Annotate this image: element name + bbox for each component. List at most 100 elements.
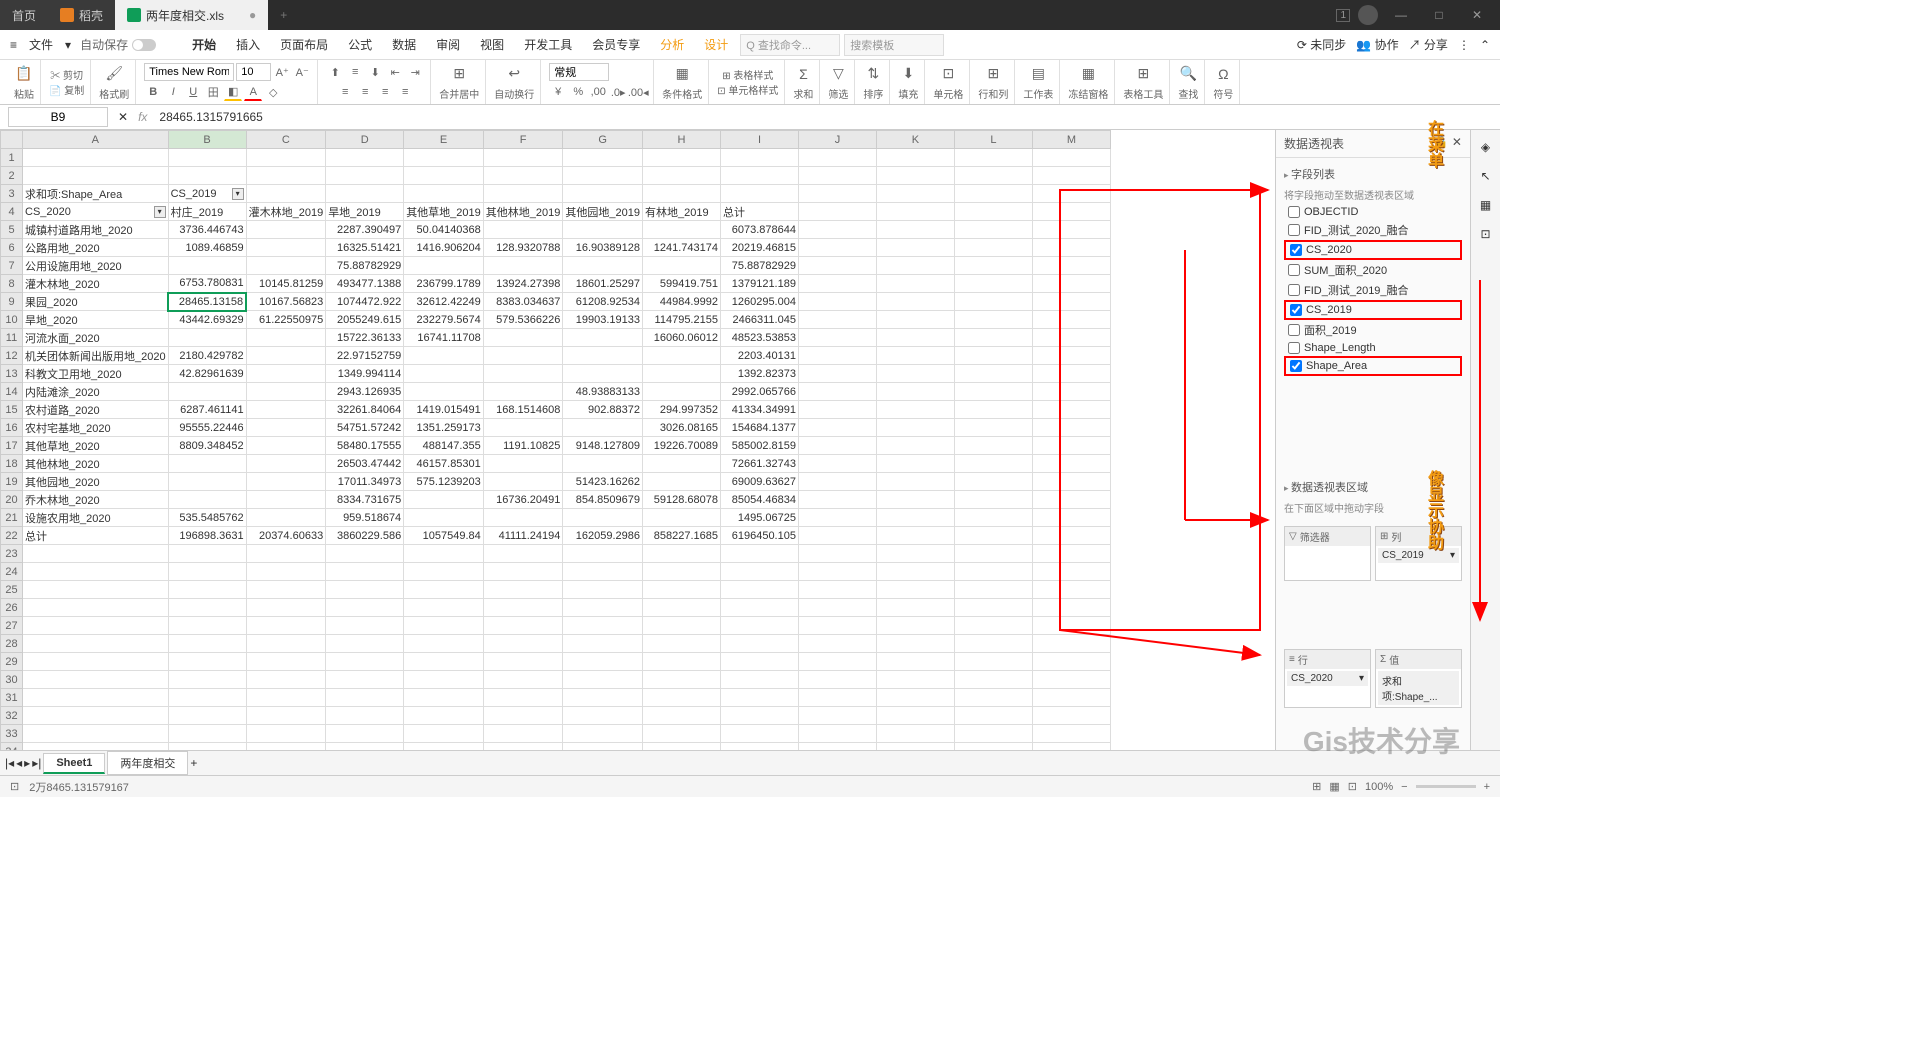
- table-style-button[interactable]: ⊞ 表格样式: [722, 67, 773, 82]
- cell-style-button[interactable]: ⊡ 单元格样式: [717, 82, 778, 97]
- menu-formula[interactable]: 公式: [340, 33, 380, 56]
- menu-start[interactable]: 开始: [184, 33, 224, 56]
- merge-icon[interactable]: ⊞: [449, 64, 469, 84]
- menu-dev[interactable]: 开发工具: [516, 33, 580, 56]
- align-just-icon[interactable]: ≡: [396, 83, 414, 101]
- sidebar-cursor-icon[interactable]: ↖: [1480, 169, 1490, 183]
- font-select[interactable]: [144, 63, 234, 81]
- menu-more-icon[interactable]: ⋮: [1458, 38, 1470, 52]
- menu-member[interactable]: 会员专享: [584, 33, 648, 56]
- share-label[interactable]: ↗ 分享: [1409, 36, 1448, 53]
- number-format-select[interactable]: [549, 63, 609, 81]
- field-FID_测试_2020_融合[interactable]: FID_测试_2020_融合: [1284, 220, 1462, 240]
- copy-button[interactable]: 📄 复制: [49, 82, 84, 97]
- zoom-out-icon[interactable]: −: [1401, 781, 1407, 793]
- dec-inc-icon[interactable]: .0▸: [609, 83, 627, 101]
- symbol-icon[interactable]: Ω: [1213, 64, 1233, 84]
- percent-icon[interactable]: %: [569, 83, 587, 101]
- align-center-icon[interactable]: ≡: [356, 83, 374, 101]
- sidebar-icon-1[interactable]: ◈: [1481, 140, 1490, 154]
- fill-icon[interactable]: ⬇: [898, 64, 918, 84]
- font-increase-icon[interactable]: A⁺: [273, 63, 291, 81]
- menu-caret-icon[interactable]: ⌃: [1480, 38, 1490, 52]
- filter-icon[interactable]: ▽: [828, 64, 848, 84]
- sheet-area[interactable]: ABCDEFGHIJKLM123求和项:Shape_AreaCS_2019▾4C…: [0, 130, 1275, 750]
- size-select[interactable]: [236, 63, 271, 81]
- hamburger-icon[interactable]: ≡: [10, 38, 17, 52]
- fill-color-button[interactable]: ◧: [224, 83, 242, 101]
- paste-icon[interactable]: 📋: [14, 64, 34, 84]
- menu-design[interactable]: 设计: [696, 33, 736, 56]
- fx-cancel-icon[interactable]: ✕: [118, 110, 128, 124]
- sum-icon[interactable]: Σ: [793, 64, 813, 84]
- menu-view[interactable]: 视图: [472, 33, 512, 56]
- font-decrease-icon[interactable]: A⁻: [293, 63, 311, 81]
- comma-icon[interactable]: ,00: [589, 83, 607, 101]
- field-list[interactable]: OBJECTIDFID_测试_2020_融合CS_2020SUM_面积_2020…: [1284, 204, 1462, 376]
- sheet-nav-first[interactable]: |◂: [5, 756, 14, 770]
- bold-button[interactable]: B: [144, 83, 162, 101]
- field-Shape_Length[interactable]: Shape_Length: [1284, 340, 1462, 356]
- field-OBJECTID[interactable]: OBJECTID: [1284, 204, 1462, 220]
- avatar[interactable]: [1358, 5, 1378, 25]
- menu-file[interactable]: 文件: [21, 33, 61, 56]
- tab-home[interactable]: 首页: [0, 0, 48, 30]
- menu-layout[interactable]: 页面布局: [272, 33, 336, 56]
- field-CS_2020[interactable]: CS_2020: [1284, 240, 1462, 260]
- pivot-val-box[interactable]: Σ 值求和项:Shape_...: [1375, 649, 1462, 708]
- clear-format-button[interactable]: ◇: [264, 83, 282, 101]
- find-icon[interactable]: 🔍: [1178, 64, 1198, 84]
- border-button[interactable]: 田: [204, 83, 222, 101]
- cut-button[interactable]: ✂ 剪切: [50, 67, 83, 82]
- pivot-val-item[interactable]: 求和项:Shape_...: [1378, 671, 1459, 705]
- zoom-slider[interactable]: [1416, 785, 1476, 788]
- cond-format-icon[interactable]: ▦: [672, 64, 692, 84]
- zoom-in-icon[interactable]: +: [1484, 781, 1490, 793]
- field-Shape_Area[interactable]: Shape_Area: [1284, 356, 1462, 376]
- cell-icon[interactable]: ⊡: [938, 64, 958, 84]
- sort-icon[interactable]: ⇅: [863, 64, 883, 84]
- tab-doc[interactable]: 稻壳: [48, 0, 115, 30]
- pivot-col-box[interactable]: ⊞ 列CS_2019▾: [1375, 526, 1462, 581]
- pivot-row-box[interactable]: ≡ 行CS_2020▾: [1284, 649, 1371, 708]
- pivot-filter-box[interactable]: ▽ 筛选器: [1284, 526, 1371, 581]
- dec-dec-icon[interactable]: .00◂: [629, 83, 647, 101]
- pivot-row-item[interactable]: CS_2020▾: [1287, 671, 1368, 686]
- indent-dec-icon[interactable]: ⇤: [386, 63, 404, 81]
- menu-analysis[interactable]: 分析: [652, 33, 692, 56]
- pivot-col-item[interactable]: CS_2019▾: [1378, 548, 1459, 563]
- align-bot-icon[interactable]: ⬇: [366, 63, 384, 81]
- search-command[interactable]: Q 查找命令...: [740, 34, 840, 56]
- sync-label[interactable]: ⟳ 未同步: [1297, 36, 1346, 53]
- sidebar-icon-2[interactable]: ▦: [1480, 198, 1491, 212]
- freeze-icon[interactable]: ▦: [1078, 64, 1098, 84]
- field-SUM_面积_2020[interactable]: SUM_面积_2020: [1284, 260, 1462, 280]
- field-面积_2019[interactable]: 面积_2019: [1284, 320, 1462, 340]
- collab-label[interactable]: 👥 协作: [1356, 36, 1398, 53]
- table-tools-icon[interactable]: ⊞: [1133, 64, 1153, 84]
- view-normal-icon[interactable]: ⊞: [1312, 780, 1321, 793]
- wrap-icon[interactable]: ↩: [504, 64, 524, 84]
- indent-inc-icon[interactable]: ⇥: [406, 63, 424, 81]
- view-break-icon[interactable]: ⊡: [1348, 780, 1357, 793]
- menu-review[interactable]: 审阅: [428, 33, 468, 56]
- fx-icon[interactable]: fx: [138, 110, 147, 124]
- sheet-nav-next[interactable]: ▸: [24, 756, 30, 770]
- rowcol-icon[interactable]: ⊞: [983, 64, 1003, 84]
- sheet-tab-2[interactable]: 两年度相交: [107, 751, 188, 775]
- field-FID_测试_2019_融合[interactable]: FID_测试_2019_融合: [1284, 280, 1462, 300]
- dropdown-icon[interactable]: ▾: [65, 38, 71, 52]
- sheet-nav-prev[interactable]: ◂: [16, 756, 22, 770]
- search-template[interactable]: 搜索模板: [844, 34, 944, 56]
- spreadsheet-grid[interactable]: ABCDEFGHIJKLM123求和项:Shape_AreaCS_2019▾4C…: [0, 130, 1111, 750]
- close-button[interactable]: ✕: [1462, 5, 1492, 25]
- format-painter-icon[interactable]: 🖌: [104, 64, 124, 84]
- menu-data[interactable]: 数据: [384, 33, 424, 56]
- tab-add[interactable]: +: [268, 0, 299, 30]
- maximize-button[interactable]: □: [1424, 5, 1454, 25]
- align-top-icon[interactable]: ⬆: [326, 63, 344, 81]
- view-page-icon[interactable]: ▦: [1329, 780, 1339, 793]
- italic-button[interactable]: I: [164, 83, 182, 101]
- align-right-icon[interactable]: ≡: [376, 83, 394, 101]
- sheet-icon[interactable]: ▤: [1028, 64, 1048, 84]
